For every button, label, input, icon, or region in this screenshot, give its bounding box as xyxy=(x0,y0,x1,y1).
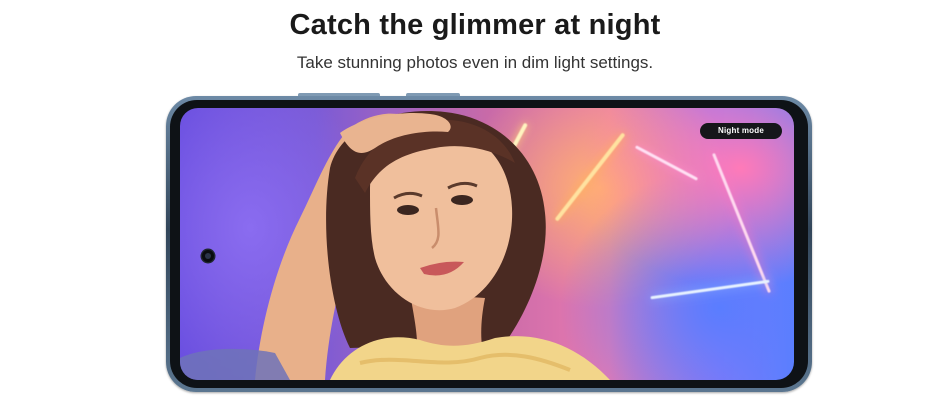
sleeve xyxy=(180,348,290,380)
feature-banner: Catch the glimmer at night Take stunning… xyxy=(0,0,950,420)
page-subtitle: Take stunning photos even in dim light s… xyxy=(296,53,654,72)
portrait-photo xyxy=(180,111,610,380)
eye-right xyxy=(451,195,473,205)
front-camera-icon xyxy=(202,250,214,262)
volume-key xyxy=(298,93,380,96)
page-title: Catch the glimmer at night xyxy=(289,9,661,41)
phone-device: Night mode xyxy=(166,93,812,392)
power-key xyxy=(406,93,460,96)
night-mode-badge: Night mode xyxy=(700,123,782,139)
phone-screen: Night mode xyxy=(180,108,794,380)
eye-left xyxy=(397,205,419,215)
